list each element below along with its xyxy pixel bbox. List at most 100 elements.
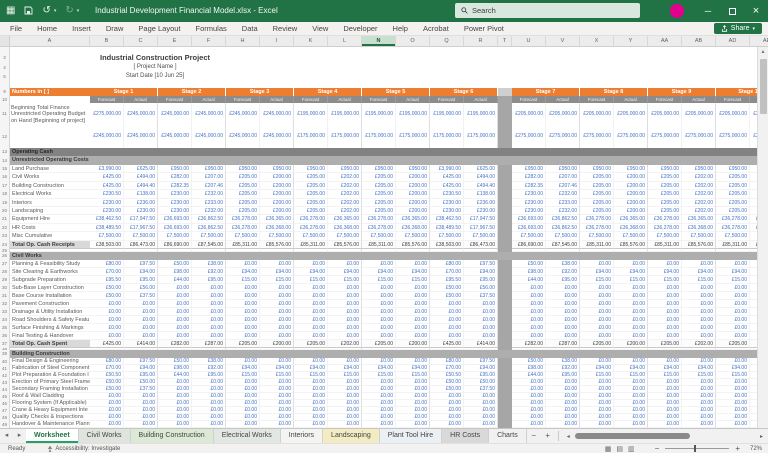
cell[interactable]: £0.00	[546, 299, 580, 308]
cell[interactable]: £15.00	[614, 371, 648, 379]
forecast-actual-cell[interactable]: Actual	[546, 96, 580, 103]
row-number[interactable]: 17	[0, 181, 10, 191]
cell[interactable]: £0.00	[396, 259, 430, 268]
cell[interactable]: £232.00	[192, 206, 226, 216]
forecast-actual-cell[interactable]: Actual	[396, 96, 430, 103]
cell[interactable]: £950.00	[716, 165, 750, 174]
row-label-cell[interactable]	[10, 96, 90, 103]
cell[interactable]: £97.50	[124, 259, 158, 268]
cell[interactable]: £36,278.00	[716, 223, 750, 233]
cell[interactable]: £94.00	[362, 267, 396, 276]
cell[interactable]: £0.00	[682, 283, 716, 292]
cell[interactable]: £0.00	[614, 323, 648, 332]
cell[interactable]: £0.00	[362, 357, 396, 365]
cell[interactable]: £230.50	[430, 190, 464, 199]
cell[interactable]: £7,500.00	[546, 232, 580, 241]
cell[interactable]: £95.00	[192, 275, 226, 284]
cell[interactable]: £0.00	[90, 406, 124, 414]
cell[interactable]: £36,365.00	[260, 215, 294, 224]
cell[interactable]: £205.00	[294, 198, 328, 207]
cell[interactable]: £38.00	[546, 259, 580, 268]
separator-cell[interactable]	[498, 307, 512, 316]
cell[interactable]: £0.00	[226, 399, 260, 407]
cell[interactable]: £36,365.00	[396, 215, 430, 224]
separator-cell[interactable]	[498, 181, 512, 191]
forecast-actual-cell[interactable]: Forecast	[362, 96, 396, 103]
cell[interactable]: £205.00	[580, 181, 614, 191]
cell[interactable]: £287.00	[546, 339, 580, 348]
cell[interactable]: £0.00	[580, 307, 614, 316]
cell[interactable]: £0.00	[226, 406, 260, 414]
row-label-cell[interactable]: Roof & Wall Cladding	[10, 393, 90, 400]
ribbon-tab-formulas[interactable]: Formulas	[196, 24, 227, 33]
zoom-in-button[interactable]: +	[735, 444, 740, 453]
cell[interactable]: £0.00	[362, 420, 396, 428]
cell[interactable]: £0.00	[158, 283, 192, 292]
cell[interactable]: £50.50	[430, 371, 464, 379]
row-number[interactable]: 20	[0, 206, 10, 216]
cell[interactable]: £0.00	[192, 307, 226, 316]
cell[interactable]: £37.50	[464, 291, 498, 300]
cell[interactable]: £0.00	[226, 420, 260, 428]
row-label-cell[interactable]: HR Costs	[10, 224, 90, 233]
cell[interactable]: £200.00	[614, 190, 648, 199]
cell[interactable]: £0.00	[396, 291, 430, 300]
row-number[interactable]: 39	[0, 349, 10, 358]
cell[interactable]: £245,000.00	[158, 125, 192, 148]
cell[interactable]: £0.00	[464, 323, 498, 332]
row-label-cell[interactable]: Final Testing & Handover	[10, 332, 90, 340]
cell[interactable]: £195,000.00	[396, 103, 430, 125]
cell[interactable]: £282.35	[512, 181, 546, 191]
cell[interactable]: £0.00	[512, 315, 546, 324]
cell[interactable]: £275,000.00	[512, 125, 546, 148]
cell[interactable]: £0.00	[328, 299, 362, 308]
cell[interactable]: £205.00	[226, 190, 260, 199]
cell[interactable]: £0.00	[396, 315, 430, 324]
cell[interactable]: £0.00	[158, 378, 192, 386]
cell[interactable]: £0.00	[682, 392, 716, 400]
cell[interactable]: £0.00	[580, 315, 614, 324]
cell[interactable]: £97.50	[464, 357, 498, 365]
cell[interactable]: £950.00	[546, 165, 580, 174]
cell[interactable]: £0.00	[226, 315, 260, 324]
cell[interactable]: £0.00	[580, 299, 614, 308]
cell[interactable]: £0.00	[260, 385, 294, 393]
cell[interactable]: £230.00	[464, 206, 498, 216]
cell[interactable]: £94.00	[682, 267, 716, 276]
cell[interactable]: £200.00	[396, 206, 430, 216]
stage-header-cell[interactable]: Stage 5	[362, 88, 430, 96]
scroll-right-icon[interactable]: ▸	[757, 433, 766, 440]
cell[interactable]: £200.00	[396, 339, 430, 348]
cell[interactable]: £0.00	[682, 259, 716, 268]
cell[interactable]: £0.00	[328, 291, 362, 300]
cell[interactable]: £36,693.00	[158, 223, 192, 233]
cell[interactable]: £0.00	[328, 385, 362, 393]
cell[interactable]: £0.00	[614, 399, 648, 407]
cell[interactable]: £36,278.00	[294, 223, 328, 233]
cell[interactable]: £202.00	[682, 198, 716, 207]
cell[interactable]: £0.00	[260, 392, 294, 400]
cell[interactable]: £0.00	[192, 315, 226, 324]
cell[interactable]: £275,000.00	[580, 125, 614, 148]
row-number[interactable]: 46	[0, 399, 10, 407]
cell[interactable]: £95.00	[464, 275, 498, 284]
cell[interactable]: £205.00	[648, 198, 682, 207]
cell[interactable]: £230.00	[90, 198, 124, 207]
forecast-actual-cell[interactable]: Forecast	[226, 96, 260, 103]
cell[interactable]: £245,000.00	[90, 125, 124, 148]
cell[interactable]: £38,462.50	[90, 215, 124, 224]
cell[interactable]: £0.00	[396, 392, 430, 400]
cell[interactable]: £205.00	[716, 190, 750, 199]
section-band[interactable]: Civil Works	[10, 251, 768, 260]
row-label-cell[interactable]: Land Purchase	[10, 165, 90, 174]
row-label-cell[interactable]: Surface Finishing & Markings	[10, 324, 90, 332]
cell[interactable]: £0.00	[716, 357, 750, 365]
column-header-C[interactable]: C	[124, 36, 158, 46]
cell[interactable]: £7,500.00	[614, 232, 648, 241]
column-header-AB[interactable]: AB	[682, 36, 716, 46]
cell[interactable]: £245,000.00	[192, 103, 226, 125]
cell[interactable]: £0.00	[614, 392, 648, 400]
cell[interactable]: £0.00	[512, 392, 546, 400]
cell[interactable]: £0.00	[648, 413, 682, 421]
cell[interactable]: £0.00	[260, 331, 294, 340]
